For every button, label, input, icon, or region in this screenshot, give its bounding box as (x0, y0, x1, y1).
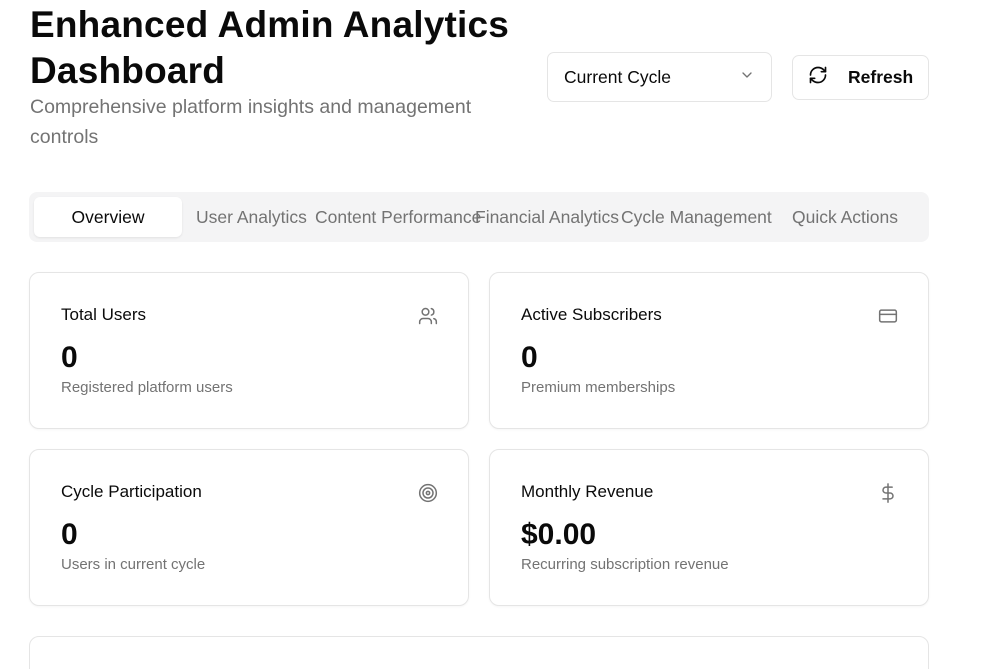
tab-overview[interactable]: Overview (34, 197, 182, 237)
stat-card-active-subscribers: Active Subscribers 0 Premium memberships (489, 272, 929, 429)
dashboard-page: Enhanced Admin Analytics Dashboard Compr… (0, 0, 987, 669)
stat-card-value: 0 (61, 518, 78, 551)
page-title: Enhanced Admin Analytics Dashboard (30, 4, 510, 91)
users-icon (418, 306, 438, 326)
refresh-icon (808, 65, 828, 90)
stat-card-title: Active Subscribers (521, 305, 662, 324)
stat-card-description: Recurring subscription revenue (521, 556, 729, 573)
stat-card-value: $0.00 (521, 518, 597, 551)
stat-card-description: Registered platform users (61, 379, 233, 396)
tab-financial-analytics[interactable]: Financial Analytics (475, 192, 619, 242)
stat-card-title: Cycle Participation (61, 482, 202, 501)
dollar-icon (878, 483, 898, 503)
stat-card-value: 0 (521, 341, 538, 374)
refresh-button[interactable]: Refresh (792, 55, 929, 100)
stat-card-description: Premium memberships (521, 379, 676, 396)
page-subtitle: Comprehensive platform insights and mana… (30, 96, 472, 148)
chevron-down-icon (739, 67, 755, 88)
stat-card-title: Total Users (61, 305, 147, 324)
section-card (29, 636, 929, 669)
tab-quick-actions[interactable]: Quick Actions (792, 192, 898, 242)
stat-card-monthly-revenue: Monthly Revenue $0.00 Recurring subscrip… (489, 449, 929, 606)
target-icon (418, 483, 438, 503)
credit-card-icon (878, 306, 898, 326)
tab-user-analytics[interactable]: User Analytics (196, 192, 307, 242)
cycle-select[interactable]: Current Cycle (547, 52, 772, 102)
tab-cycle-management[interactable]: Cycle Management (621, 192, 772, 242)
cycle-select-value: Current Cycle (564, 66, 671, 87)
refresh-button-label: Refresh (848, 67, 914, 87)
stat-card-title: Monthly Revenue (521, 482, 654, 501)
stat-card-value: 0 (61, 341, 78, 374)
stat-card-description: Users in current cycle (61, 556, 206, 573)
stat-card-cycle-participation: Cycle Participation 0 Users in current c… (29, 449, 469, 606)
tab-content-performance[interactable]: Content Performance (315, 192, 481, 242)
stat-card-total-users: Total Users 0 Registered platform users (29, 272, 469, 429)
tab-list: Overview User Analytics Content Performa… (29, 192, 929, 242)
